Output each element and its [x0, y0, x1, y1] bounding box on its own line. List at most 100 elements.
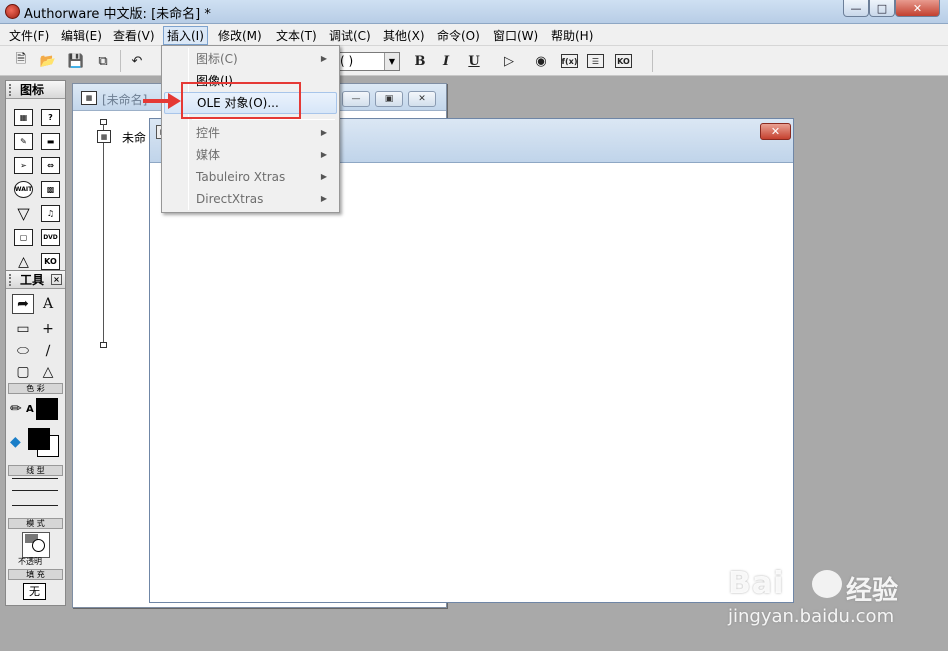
variables-icon[interactable]: ☰	[587, 54, 604, 68]
control-panel-icon[interactable]: ◉	[532, 52, 550, 70]
flowline-restore-button[interactable]: ▣	[375, 91, 403, 107]
menu-item-label: 控件	[196, 126, 221, 140]
map-icon[interactable]: △	[14, 253, 33, 270]
fill-pattern-button[interactable]: 无	[23, 583, 46, 600]
pen-color-label: A	[26, 404, 34, 415]
rectangle-tool[interactable]: ▭	[12, 319, 34, 339]
line-style-thin[interactable]	[12, 490, 58, 491]
close-icon: ✕	[770, 125, 781, 138]
baidu-paw-logo	[812, 570, 842, 598]
close-icon[interactable]: ×	[51, 274, 62, 285]
polygon-tool[interactable]: △	[37, 362, 59, 382]
stroke-color-swatch[interactable]	[36, 398, 58, 420]
chevron-down-icon[interactable]: ▼	[384, 53, 399, 70]
text-tool[interactable]: A	[37, 294, 59, 314]
interaction-icon[interactable]: ?	[41, 109, 60, 126]
watermark-url: jingyan.baidu.com	[728, 606, 895, 627]
watermark-brand-cn: 经验	[846, 576, 899, 606]
knowledge-objects-icon[interactable]: KO	[615, 54, 632, 68]
menu-item-label: DirectXtras	[196, 192, 264, 206]
tools-palette-header[interactable]: 工具 ×	[6, 271, 65, 289]
run-icon[interactable]: ▷	[500, 52, 518, 70]
framework-icon[interactable]: ▢	[14, 229, 33, 246]
menu-separator	[192, 119, 335, 120]
minimize-button[interactable]: —	[843, 0, 869, 17]
annotation-highlight-box	[181, 82, 301, 119]
line-style-dotted[interactable]	[12, 478, 58, 479]
menu-xtras[interactable]: 其他(X)	[383, 27, 425, 44]
rounded-rect-tool[interactable]: ▢	[12, 362, 34, 382]
maximize-button[interactable]: □	[869, 0, 895, 17]
undo-icon[interactable]: ↶	[128, 52, 146, 70]
display-icon[interactable]: ▦	[97, 130, 111, 143]
menu-text[interactable]: 文本(T)	[276, 27, 317, 44]
functions-icon[interactable]: f(x)	[561, 54, 578, 68]
icon-palette: 图标 ▦ ? ✎ ▬ ➢ ⇔ WAIT ▩ ▽ ♫ ▢ DVD △ KO	[5, 80, 66, 272]
menu-debug[interactable]: 调试(C)	[329, 27, 371, 44]
calculation-icon[interactable]: ✎	[14, 133, 33, 150]
menu-window[interactable]: 窗口(W)	[493, 27, 538, 44]
flowline[interactable]	[103, 124, 104, 346]
line-style-medium[interactable]	[12, 505, 58, 506]
import-icon[interactable]: ⧉	[94, 52, 112, 70]
grip-icon[interactable]	[9, 84, 15, 96]
wait-icon[interactable]: WAIT	[14, 181, 33, 198]
menu-item-controls[interactable]: 控件 ▶	[164, 122, 337, 144]
pointer-tool[interactable]: ➦	[12, 294, 34, 314]
menu-item-icon[interactable]: 图标(C) ▶	[164, 48, 337, 70]
fill-foreground-swatch[interactable]	[28, 428, 50, 450]
tools-palette-title: 工具	[20, 273, 45, 287]
submenu-arrow-icon: ▶	[320, 150, 327, 159]
flowline-icon-label[interactable]: 未命	[122, 129, 146, 146]
icon-palette-header[interactable]: 图标	[6, 81, 65, 99]
menu-insert[interactable]: 插入(I)	[163, 26, 208, 45]
font-size-combo[interactable]: ( ) ▼	[336, 52, 400, 71]
submenu-arrow-icon: ▶	[320, 128, 327, 137]
mode-value: 不透明	[18, 557, 42, 566]
flowline-window-icon: ▦	[81, 91, 97, 105]
menu-edit[interactable]: 编辑(E)	[61, 27, 102, 44]
menu-item-media[interactable]: 媒体 ▶	[164, 144, 337, 166]
underline-button[interactable]: U	[465, 52, 483, 70]
ko-icon[interactable]: KO	[41, 253, 60, 270]
bold-button[interactable]: B	[411, 52, 429, 70]
flowline-minimize-button[interactable]: —	[342, 91, 370, 107]
motion-icon[interactable]: ⇔	[41, 157, 60, 174]
decision-icon[interactable]: ▬	[41, 133, 60, 150]
flowline-close-button[interactable]: ✕	[408, 91, 436, 107]
paint-bucket-icon: ◆	[10, 434, 21, 450]
presentation-close-button[interactable]: ✕	[760, 123, 791, 140]
sound-icon[interactable]: ♫	[41, 205, 60, 222]
menu-modify[interactable]: 修改(M)	[218, 27, 262, 44]
menu-item-tabuleiro-xtras[interactable]: Tabuleiro Xtras ▶	[164, 166, 337, 188]
new-icon[interactable]: 🗎	[12, 52, 30, 70]
navigate-icon[interactable]: ➢	[14, 157, 33, 174]
dvd-icon[interactable]: DVD	[41, 229, 60, 246]
ellipse-tool[interactable]: ⬭	[12, 341, 34, 361]
save-all-icon[interactable]: 💾	[67, 52, 85, 70]
grip-icon[interactable]	[9, 274, 15, 286]
video-icon[interactable]: ▩	[41, 181, 60, 198]
menu-item-directxtras[interactable]: DirectXtras ▶	[164, 188, 337, 210]
ellipse-mode-icon	[32, 539, 45, 552]
toolbar-separator	[120, 50, 121, 72]
crosshair-tool[interactable]: +	[37, 319, 59, 339]
open-icon[interactable]: 📂	[39, 52, 57, 70]
authorware-app-icon[interactable]	[5, 4, 20, 19]
mode-button[interactable]	[22, 532, 50, 558]
submenu-arrow-icon: ▶	[320, 54, 327, 63]
menu-item-label: Tabuleiro Xtras	[196, 170, 286, 184]
maximize-icon: □	[876, 1, 888, 15]
erase-icon[interactable]: ▽	[14, 204, 33, 223]
mode-section-label: 模 式	[8, 518, 63, 529]
display-icon[interactable]: ▦	[14, 109, 33, 126]
menu-view[interactable]: 查看(V)	[113, 27, 155, 44]
close-button[interactable]: ✕	[895, 0, 940, 17]
menu-file[interactable]: 文件(F)	[9, 27, 49, 44]
menu-commands[interactable]: 命令(O)	[437, 27, 480, 44]
color-section-label: 色 彩	[8, 383, 63, 394]
line-tool[interactable]: ∕	[37, 341, 59, 361]
toolbar-separator	[652, 50, 653, 72]
italic-button[interactable]: I	[437, 52, 455, 70]
menu-help[interactable]: 帮助(H)	[551, 27, 593, 44]
